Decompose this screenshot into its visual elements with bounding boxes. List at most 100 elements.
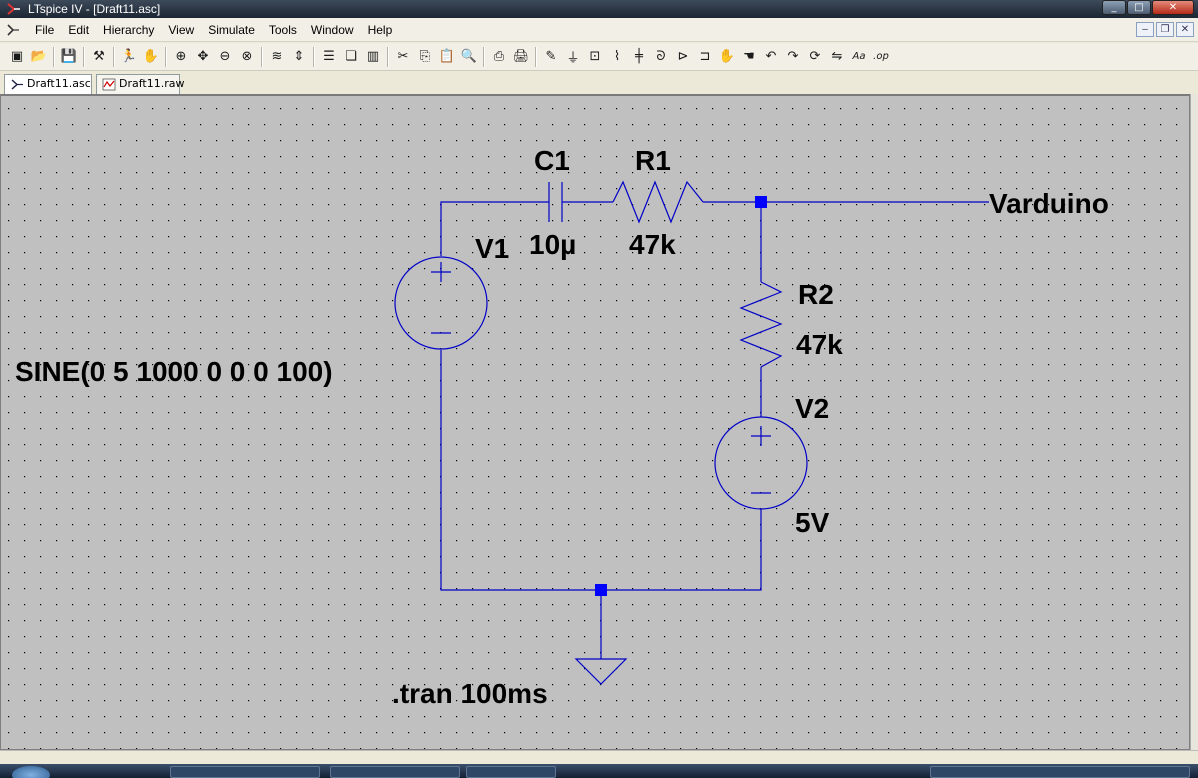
rotate-button[interactable]: ⟳ — [804, 46, 826, 68]
net-label-varduino[interactable]: Varduino — [989, 188, 1109, 219]
minimize-button[interactable]: _ — [1102, 0, 1126, 15]
spice-directive-button[interactable]: .op — [870, 46, 892, 68]
find-button[interactable]: 🔍 — [458, 46, 480, 68]
zoom-out-button[interactable]: ⊖ — [214, 46, 236, 68]
cascade-button[interactable]: ❏ — [340, 46, 362, 68]
menu-hierarchy[interactable]: Hierarchy — [96, 23, 161, 37]
spice-directive-icon: .op — [873, 51, 889, 62]
r1-value[interactable]: 47k — [629, 229, 676, 260]
wire-button[interactable]: ✎ — [540, 46, 562, 68]
taskbar-item[interactable] — [466, 766, 556, 778]
capacitor-icon: ╪ — [635, 49, 643, 64]
taskbar-item[interactable] — [330, 766, 460, 778]
new-schematic-icon: ▣ — [10, 49, 24, 64]
v2-ref[interactable]: V2 — [795, 393, 829, 424]
pan-icon: ✥ — [197, 49, 209, 64]
pan-button[interactable]: ✥ — [192, 46, 214, 68]
open-button[interactable]: 📂 — [28, 46, 50, 68]
halt-button[interactable]: ✋ — [140, 46, 162, 68]
toolbar: ▣ 📂 💾 ⚒ 🏃 ✋ ⊕ ✥ ⊖ ⊗ ≋ ⇕ ☰ ❏ ▥ ✂ ⎘ 📋 🔍 ⎙ 🖨 ✎ ⏚ ⊡ ⌇ ╪ ᘐ ⊳ ⊐ ✋ ☚ ↶ ↷ ⟳ ⇋ Aa .op — [0, 43, 1198, 71]
toolbar-separator — [261, 46, 263, 67]
mirror-button[interactable]: ⇋ — [826, 46, 848, 68]
title-bar[interactable]: LTspice IV - [Draft11.asc] _ □ ✕ — [0, 0, 1198, 18]
tab-draft11-raw[interactable]: Draft11.raw — [96, 74, 184, 94]
spice-directive[interactable]: .tran 100ms — [392, 678, 548, 709]
resistor-button[interactable]: ⌇ — [606, 46, 628, 68]
cut-button[interactable]: ✂ — [392, 46, 414, 68]
component-icon: ⊐ — [699, 49, 711, 64]
menu-edit[interactable]: Edit — [61, 23, 96, 37]
paste-button[interactable]: 📋 — [436, 46, 458, 68]
doc-minimize-button[interactable]: – — [1136, 22, 1154, 37]
inductor-icon: ᘐ — [656, 49, 666, 64]
component-button[interactable]: ⊐ — [694, 46, 716, 68]
toolbar-separator — [165, 46, 167, 67]
print-button[interactable]: 🖨 — [510, 46, 532, 68]
redo-icon: ↷ — [787, 49, 799, 64]
vertical-scrollbar[interactable] — [1190, 94, 1198, 750]
copy-button[interactable]: ⎘ — [414, 46, 436, 68]
print-setup-button[interactable]: ⎙ — [488, 46, 510, 68]
menu-help[interactable]: Help — [361, 23, 400, 37]
waveform-button[interactable]: ≋ — [266, 46, 288, 68]
ltspice-window: LTspice IV - [Draft11.asc] _ □ ✕ File Edi… — [0, 0, 1198, 778]
zoom-fit-icon: ⊗ — [241, 49, 253, 64]
save-button[interactable]: 💾 — [58, 46, 80, 68]
v2-value[interactable]: 5V — [795, 507, 830, 538]
v1-value[interactable]: SINE(0 5 1000 0 0 0 100) — [15, 356, 333, 387]
ground-button[interactable]: ⏚ — [562, 46, 584, 68]
doc-restore-button[interactable]: ❐ — [1156, 22, 1174, 37]
autorange-button[interactable]: ⇕ — [288, 46, 310, 68]
tile-vertical-icon: ▥ — [366, 49, 380, 64]
save-icon: 💾 — [60, 49, 78, 64]
move-button[interactable]: ✋ — [716, 46, 738, 68]
drag-button[interactable]: ☚ — [738, 46, 760, 68]
menu-list: File Edit Hierarchy View Simulate Tools Window… — [28, 18, 399, 42]
cut-icon: ✂ — [397, 49, 409, 64]
label-net-button[interactable]: ⊡ — [584, 46, 606, 68]
c1-ref[interactable]: C1 — [534, 145, 570, 176]
zoom-in-button[interactable]: ⊕ — [170, 46, 192, 68]
menu-simulate[interactable]: Simulate — [201, 23, 262, 37]
inductor-button[interactable]: ᘐ — [650, 46, 672, 68]
tile-vertical-button[interactable]: ▥ — [362, 46, 384, 68]
menu-file[interactable]: File — [28, 23, 61, 37]
doc-close-button[interactable]: ✕ — [1176, 22, 1194, 37]
start-button[interactable] — [12, 766, 50, 778]
cascade-icon: ❏ — [345, 49, 357, 64]
print-icon: 🖨 — [512, 49, 530, 64]
schematic-canvas[interactable]: C1 10µ R1 47k Varduino V1 SINE(0 5 1000 … — [0, 94, 1190, 750]
c1-value[interactable]: 10µ — [529, 229, 576, 260]
maximize-button[interactable]: □ — [1127, 0, 1151, 15]
text-button[interactable]: Aa — [848, 46, 870, 68]
taskbar-item[interactable] — [170, 766, 320, 778]
junction-ground — [595, 584, 607, 596]
schematic-drawing[interactable]: C1 10µ R1 47k Varduino V1 SINE(0 5 1000 … — [1, 96, 1190, 750]
tab-draft11-asc[interactable]: Draft11.asc — [4, 74, 92, 95]
control-panel-button[interactable]: ⚒ — [88, 46, 110, 68]
r2-value[interactable]: 47k — [796, 329, 843, 360]
new-schematic-button[interactable]: ▣ — [6, 46, 28, 68]
wire-icon: ✎ — [545, 49, 557, 64]
menu-tools[interactable]: Tools — [262, 23, 304, 37]
redo-button[interactable]: ↷ — [782, 46, 804, 68]
r1-ref[interactable]: R1 — [635, 145, 671, 176]
capacitor-button[interactable]: ╪ — [628, 46, 650, 68]
r2-ref[interactable]: R2 — [798, 279, 834, 310]
v1-ref[interactable]: V1 — [475, 233, 509, 264]
run-button[interactable]: 🏃 — [118, 46, 140, 68]
diode-button[interactable]: ⊳ — [672, 46, 694, 68]
undo-button[interactable]: ↶ — [760, 46, 782, 68]
tile-horizontal-button[interactable]: ☰ — [318, 46, 340, 68]
menu-view[interactable]: View — [161, 23, 201, 37]
menu-window[interactable]: Window — [304, 23, 361, 37]
toolbar-separator — [535, 46, 537, 67]
close-button[interactable]: ✕ — [1152, 0, 1194, 15]
drag-icon: ☚ — [743, 49, 755, 64]
run-icon: 🏃 — [120, 49, 138, 64]
toolbar-separator — [83, 46, 85, 67]
move-icon: ✋ — [718, 49, 736, 64]
waveform-icon — [102, 78, 116, 91]
document-icon[interactable] — [6, 23, 20, 37]
zoom-fit-button[interactable]: ⊗ — [236, 46, 258, 68]
